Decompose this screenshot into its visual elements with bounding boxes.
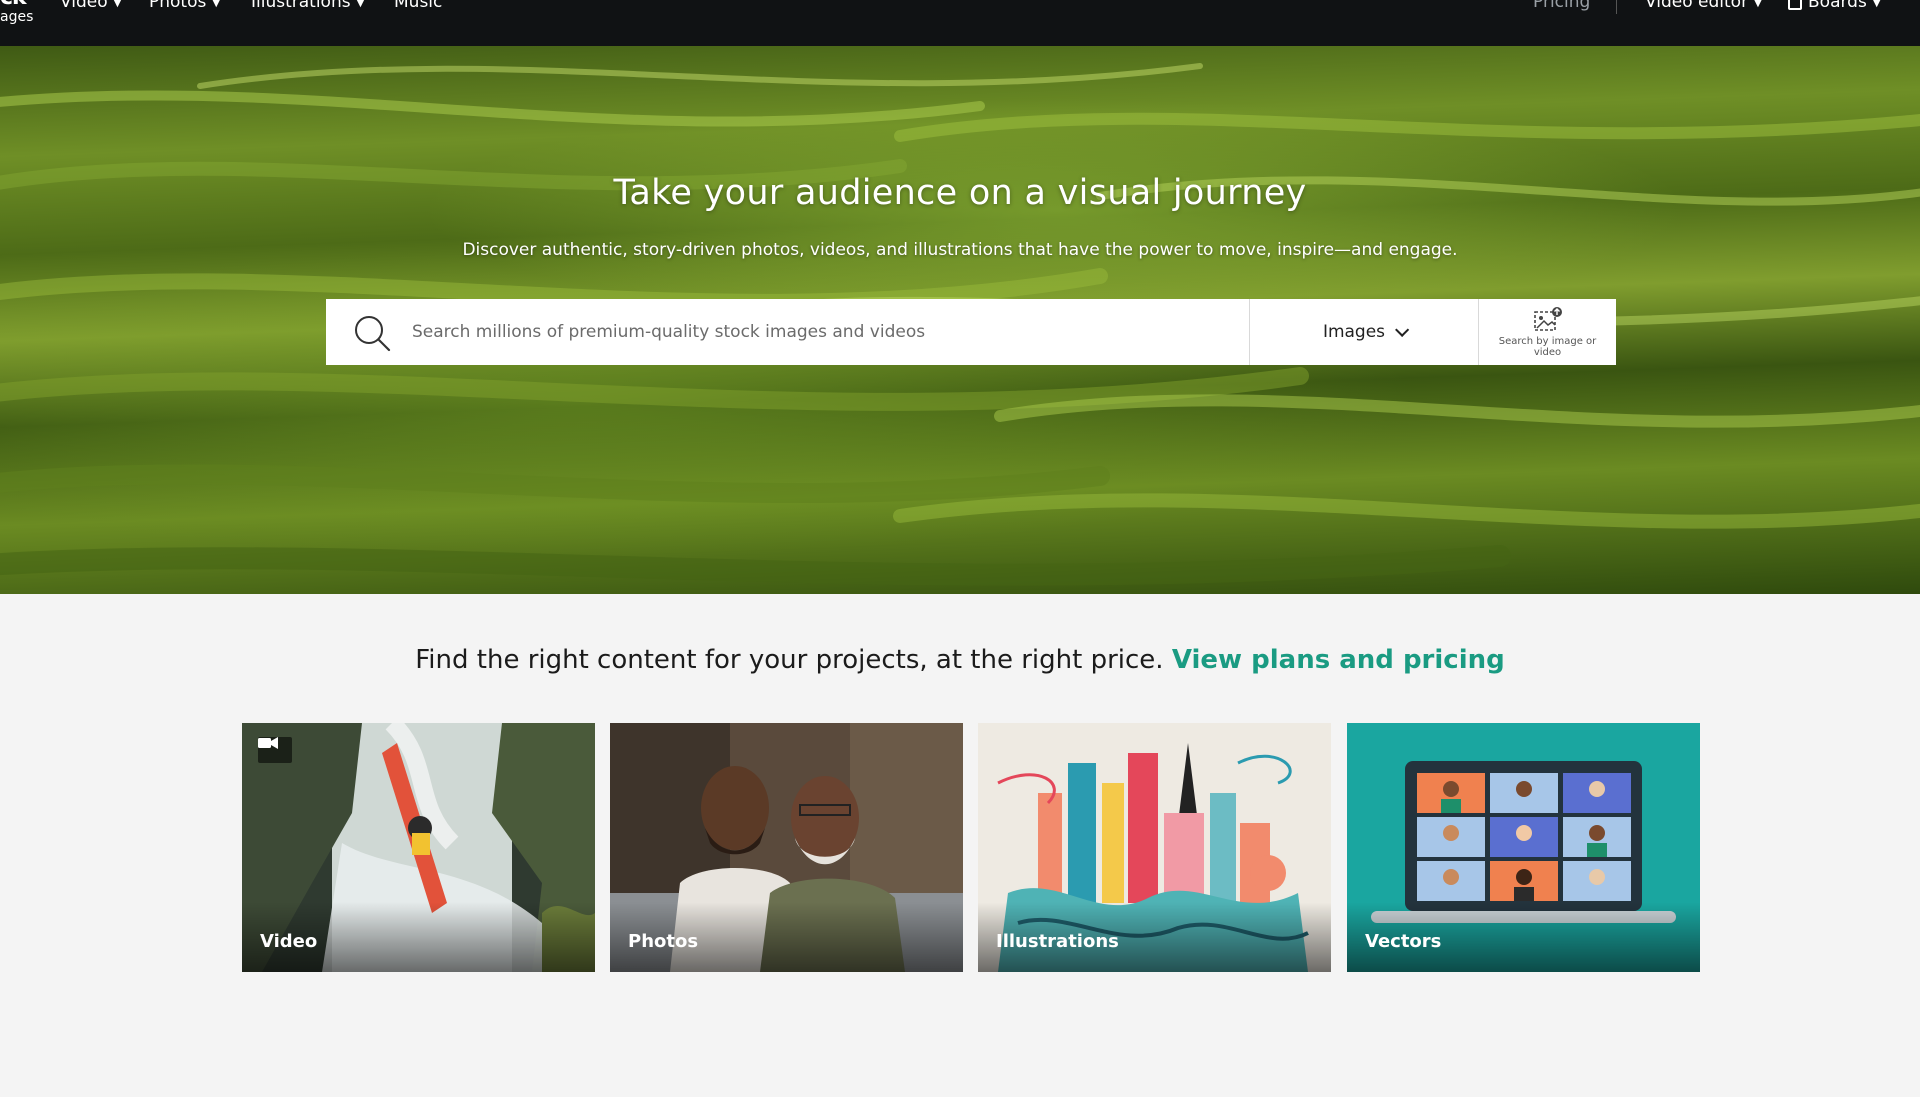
view-plans-link[interactable]: View plans and pricing (1172, 645, 1505, 675)
chevron-down-icon: ▼ (356, 0, 365, 9)
nav-boards[interactable]: Boards ▼ (1788, 0, 1881, 12)
nav-video-editor[interactable]: Video editor ▼ (1645, 0, 1762, 12)
media-type-selected: Images (1322, 322, 1386, 342)
chevron-down-icon (1395, 322, 1410, 337)
nav-item-label: Video (60, 0, 108, 12)
category-card-vectors[interactable]: Vectors (1347, 723, 1700, 972)
image-upload-icon (1533, 307, 1562, 331)
media-type-dropdown[interactable]: Images (1250, 299, 1479, 365)
search-by-image-button[interactable]: Search by image or video (1479, 299, 1616, 365)
category-card-video[interactable]: Video (242, 723, 595, 972)
logo-wordmark: ages (0, 9, 34, 25)
video-camera-icon (258, 737, 292, 763)
nav-pricing-link[interactable]: Pricing (1533, 0, 1590, 12)
hero-title: Take your audience on a visual journey (613, 173, 1307, 213)
search-input[interactable] (412, 299, 1232, 365)
category-label: Photos (628, 931, 699, 952)
nav-item-label: Photos (149, 0, 207, 12)
category-card-illustrations[interactable]: Illustrations (978, 723, 1331, 972)
nav-item-illustrations[interactable]: Illustrations ▼ (251, 0, 364, 12)
nav-item-label: Music (394, 0, 443, 12)
boards-icon (1788, 0, 1802, 10)
pricing-promo: Find the right content for your projects… (0, 645, 1920, 675)
nav-boards-label: Boards (1808, 0, 1867, 12)
search-field-wrapper (326, 299, 1250, 365)
hero-subtitle: Discover authentic, story-driven photos,… (462, 240, 1458, 260)
nav-divider (1616, 0, 1617, 14)
search-by-image-label: Search by image or video (1498, 336, 1597, 358)
chevron-down-icon: ▼ (113, 0, 122, 9)
nav-pricing-label: Pricing (1533, 0, 1591, 12)
nav-item-photos[interactable]: Photos ▼ (149, 0, 220, 12)
promo-text: Find the right content for your projects… (415, 645, 1164, 675)
chevron-down-icon: ▼ (1872, 0, 1881, 9)
nav-item-music[interactable]: Music (394, 0, 442, 12)
logo-mark: ck (0, 0, 36, 8)
category-label: Illustrations (996, 931, 1119, 952)
nav-video-editor-label: Video editor (1645, 0, 1749, 12)
site-logo[interactable]: ck ages (0, 0, 36, 24)
category-cards: Video Photos Illustrations Vectors (242, 723, 1700, 972)
category-card-photos[interactable]: Photos (610, 723, 963, 972)
hero-banner: Take your audience on a visual journey D… (0, 46, 1920, 594)
category-label: Video (260, 931, 318, 952)
search-icon[interactable] (352, 313, 392, 353)
category-label: Vectors (1365, 931, 1442, 952)
nav-item-video[interactable]: Video ▼ (60, 0, 121, 12)
chevron-down-icon: ▼ (1754, 0, 1762, 9)
search-bar: Images Search by image or video (326, 299, 1616, 365)
chevron-down-icon: ▼ (212, 0, 221, 9)
nav-item-label: Illustrations (251, 0, 351, 12)
top-navigation: ck ages Video ▼ Photos ▼ Illustrations ▼… (0, 0, 1920, 46)
